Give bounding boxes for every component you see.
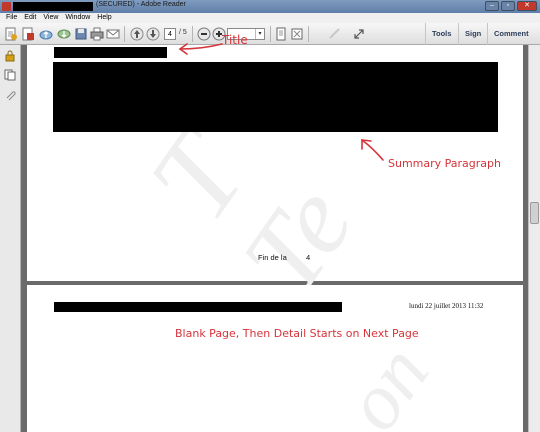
chevron-down-icon[interactable]: ▾ — [255, 29, 264, 39]
adobe-reader-window: (SECURED) - Adobe Reader – ▫ ✕ File Edit… — [0, 0, 540, 432]
redacted-title — [54, 47, 167, 58]
expand-icon[interactable] — [352, 27, 366, 41]
navigation-pane — [0, 45, 21, 432]
toolbar-separator — [270, 26, 271, 42]
annotation-blank-page: Blank Page, Then Detail Starts on Next P… — [175, 327, 419, 340]
comment-button[interactable]: Comment — [487, 23, 535, 45]
menu-file[interactable]: File — [6, 13, 17, 23]
vertical-scrollbar[interactable] — [528, 45, 540, 432]
lock-icon[interactable] — [4, 50, 16, 62]
page-number-input[interactable]: 4 — [164, 28, 176, 40]
maximize-button[interactable]: ▫ — [501, 1, 515, 11]
pages-icon[interactable] — [4, 69, 16, 81]
close-button[interactable]: ✕ — [517, 1, 537, 11]
redacted-file-name — [13, 2, 93, 11]
attachment-icon[interactable] — [4, 89, 16, 101]
create-pdf-icon[interactable] — [4, 27, 18, 41]
toolbar-separator — [124, 26, 125, 42]
menu-window[interactable]: Window — [65, 13, 90, 23]
scrollbar-thumb[interactable] — [530, 202, 539, 224]
redacted-header — [54, 302, 342, 312]
window-title: (SECURED) - Adobe Reader — [96, 1, 186, 8]
watermark-graphic: on — [327, 330, 446, 432]
page-total: / 5 — [179, 29, 187, 36]
redacted-summary-paragraph — [53, 62, 498, 132]
prev-page-icon[interactable] — [130, 27, 144, 41]
full-screen-icon[interactable] — [290, 27, 304, 41]
download-cloud-icon[interactable] — [57, 27, 71, 41]
annotation-title: Title — [222, 33, 248, 47]
pdf-page-5: on lundi 22 juillet 2013 11:32 — [27, 285, 523, 432]
toolbar: 4 / 5 ▾ Tools Sign Comment — [0, 23, 540, 45]
annotation-summary-paragraph: Summary Paragraph — [388, 157, 501, 170]
toolbar-separator — [192, 26, 193, 42]
save-icon[interactable] — [74, 27, 88, 41]
minimize-button[interactable]: – — [485, 1, 499, 11]
menu-edit[interactable]: Edit — [24, 13, 36, 23]
tools-button[interactable]: Tools — [425, 23, 457, 45]
fit-page-icon[interactable] — [274, 27, 288, 41]
page-footer-number: 4 — [306, 253, 311, 262]
upload-cloud-icon[interactable] — [39, 27, 53, 41]
menu-bar: File Edit View Window Help — [0, 13, 540, 23]
read-mode-icon[interactable] — [328, 27, 342, 41]
zoom-out-icon[interactable] — [197, 27, 211, 41]
print-icon[interactable] — [90, 27, 104, 41]
title-bar: (SECURED) - Adobe Reader – ▫ ✕ — [0, 0, 540, 13]
adobe-reader-app-icon — [2, 2, 11, 11]
toolbar-separator — [308, 26, 309, 42]
email-icon[interactable] — [106, 27, 120, 41]
next-page-icon[interactable] — [146, 27, 160, 41]
page-header-date: lundi 22 juillet 2013 11:32 — [409, 302, 484, 310]
menu-view[interactable]: View — [43, 13, 58, 23]
menu-help[interactable]: Help — [97, 13, 111, 23]
document-view[interactable]: T Te Fin de la 4 on lundi 22 juillet 201… — [22, 45, 528, 432]
page-footer-text: Fin de la — [258, 253, 287, 262]
sign-button[interactable]: Sign — [458, 23, 487, 45]
window-controls: – ▫ ✕ — [485, 1, 537, 11]
edit-icon[interactable] — [21, 27, 35, 41]
